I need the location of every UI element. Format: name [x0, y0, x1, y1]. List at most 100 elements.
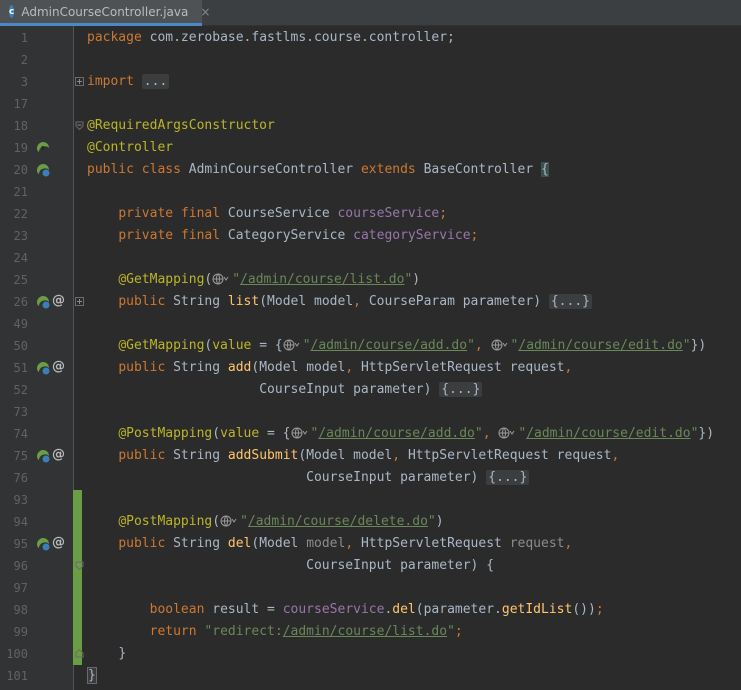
- folded-method[interactable]: {...}: [439, 382, 483, 397]
- annotation: @RequiredArgsConstructor: [87, 118, 275, 133]
- url-link[interactable]: /admin/course/edit.do: [526, 426, 690, 441]
- url-link[interactable]: /admin/course/list.do: [240, 272, 404, 287]
- tab-label: AdminCourseController.java: [21, 4, 189, 19]
- field-name: courseService: [337, 206, 440, 221]
- class-name: AdminCourseController: [188, 162, 354, 177]
- line-code: @PostMapping("/admin/course/delete.do"): [87, 511, 443, 533]
- line-code: }: [87, 665, 97, 687]
- kw-final: final: [180, 228, 221, 243]
- line-number: 51: [13, 361, 28, 375]
- annotation: @GetMapping: [118, 338, 205, 353]
- code-line: 24: [0, 247, 741, 269]
- line-number: 98: [13, 603, 28, 617]
- line-number: 18: [13, 119, 28, 133]
- url-link[interactable]: /admin/course/add.do: [318, 426, 475, 441]
- code-line: 98 boolean result = courseService.del(pa…: [0, 599, 741, 621]
- kw-private: private: [118, 206, 174, 221]
- line-code: boolean result = courseService.del(param…: [149, 602, 604, 617]
- param-name: model: [314, 294, 354, 309]
- line-code: @GetMapping(value = {"/admin/course/add.…: [87, 335, 706, 357]
- url-link[interactable]: /admin/course/delete.do: [248, 514, 428, 529]
- at-icon[interactable]: @: [52, 447, 65, 463]
- type-name: CategoryService: [227, 228, 346, 243]
- folded-imports[interactable]: ...: [141, 74, 170, 89]
- annotation: @PostMapping: [118, 426, 213, 441]
- code-line: 97: [0, 577, 741, 599]
- param-name: request: [509, 360, 565, 375]
- web-endpoint-icon[interactable]: [291, 423, 311, 445]
- tab-admin-course-controller[interactable]: c AdminCourseController.java ×: [0, 0, 210, 26]
- spring-bean-icon[interactable]: [35, 294, 51, 310]
- brace: }: [118, 646, 127, 661]
- code-line: 75 @ public String addSubmit(Model model…: [0, 445, 741, 467]
- kw-private: private: [118, 228, 174, 243]
- line-number: 50: [13, 339, 28, 353]
- fold-collapse-icon[interactable]: [75, 561, 84, 570]
- line-code: public String addSubmit(Model model, Htt…: [118, 448, 620, 463]
- spring-bean-icon[interactable]: [35, 448, 51, 464]
- base-class: BaseController: [423, 162, 534, 177]
- type-name: CourseInput: [306, 470, 393, 485]
- at-icon[interactable]: @: [52, 359, 65, 375]
- url-link[interactable]: /admin/course/list.do: [283, 624, 447, 639]
- line-code: CourseInput parameter) {...}: [306, 470, 530, 485]
- line-number: 95: [13, 537, 28, 551]
- line-number: 93: [13, 493, 28, 507]
- code-line: 94 @PostMapping("/admin/course/delete.do…: [0, 511, 741, 533]
- type-name: Model: [259, 360, 299, 375]
- class-c-icon: c: [9, 5, 15, 18]
- spring-bean-icon[interactable]: [35, 360, 51, 376]
- field-name: courseService: [282, 602, 385, 617]
- spring-bean-icon[interactable]: [35, 536, 51, 552]
- kw-extends: extends: [360, 162, 416, 177]
- type-name: String: [173, 294, 221, 309]
- web-endpoint-icon[interactable]: [220, 511, 240, 533]
- code-line: 93: [0, 489, 741, 511]
- line-number: 73: [13, 405, 28, 419]
- line-code: import ...: [87, 71, 170, 93]
- param-name: model: [306, 536, 346, 551]
- line-code: public String add(Model model, HttpServl…: [118, 360, 573, 375]
- line-number: 96: [13, 559, 28, 573]
- param-name: parameter: [400, 558, 471, 573]
- fold-collapse-icon[interactable]: [75, 121, 84, 130]
- annotation-attr: value: [220, 426, 260, 441]
- kw-public: public: [118, 360, 166, 375]
- fold-expand-icon[interactable]: [75, 77, 84, 86]
- code-line: 73: [0, 401, 741, 423]
- at-icon[interactable]: @: [52, 535, 65, 551]
- web-endpoint-icon[interactable]: [212, 269, 232, 291]
- fold-end-icon[interactable]: [75, 649, 84, 658]
- close-icon[interactable]: ×: [200, 5, 210, 19]
- fold-expand-icon[interactable]: [75, 297, 84, 306]
- line-code: }: [87, 643, 126, 665]
- code-line: 96 CourseInput parameter) {: [0, 555, 741, 577]
- line-number: 17: [13, 97, 28, 111]
- spring-bean-icon[interactable]: [35, 162, 51, 178]
- line-code: @RequiredArgsConstructor: [87, 115, 275, 137]
- code-line: 26 @ public String list(Model model, Cou…: [0, 291, 741, 313]
- web-endpoint-icon[interactable]: [283, 335, 303, 357]
- folded-method[interactable]: {...}: [548, 294, 592, 309]
- code-line: 1 package com.zerobase.fastlms.course.co…: [0, 27, 741, 49]
- code-line: 49: [0, 313, 741, 335]
- folded-method[interactable]: {...}: [486, 470, 530, 485]
- brace: }: [87, 667, 97, 684]
- local-var: result: [212, 602, 260, 617]
- annotation-attr: value: [212, 338, 252, 353]
- type-name: CourseParam: [368, 294, 455, 309]
- param-name: model: [353, 448, 393, 463]
- web-endpoint-icon[interactable]: [491, 335, 511, 357]
- spring-bean-icon[interactable]: [35, 140, 51, 156]
- line-number: 2: [20, 53, 28, 67]
- line-number: 1: [20, 31, 28, 45]
- line-code: @PostMapping(value = {"/admin/course/add…: [87, 423, 714, 445]
- type-name: Model: [259, 536, 299, 551]
- line-code: public String list(Model model, CoursePa…: [118, 294, 592, 309]
- web-endpoint-icon[interactable]: [498, 423, 518, 445]
- method-name: del: [227, 536, 252, 551]
- url-link[interactable]: /admin/course/add.do: [311, 338, 468, 353]
- at-icon[interactable]: @: [52, 293, 65, 309]
- line-number: 52: [13, 383, 28, 397]
- url-link[interactable]: /admin/course/edit.do: [518, 338, 682, 353]
